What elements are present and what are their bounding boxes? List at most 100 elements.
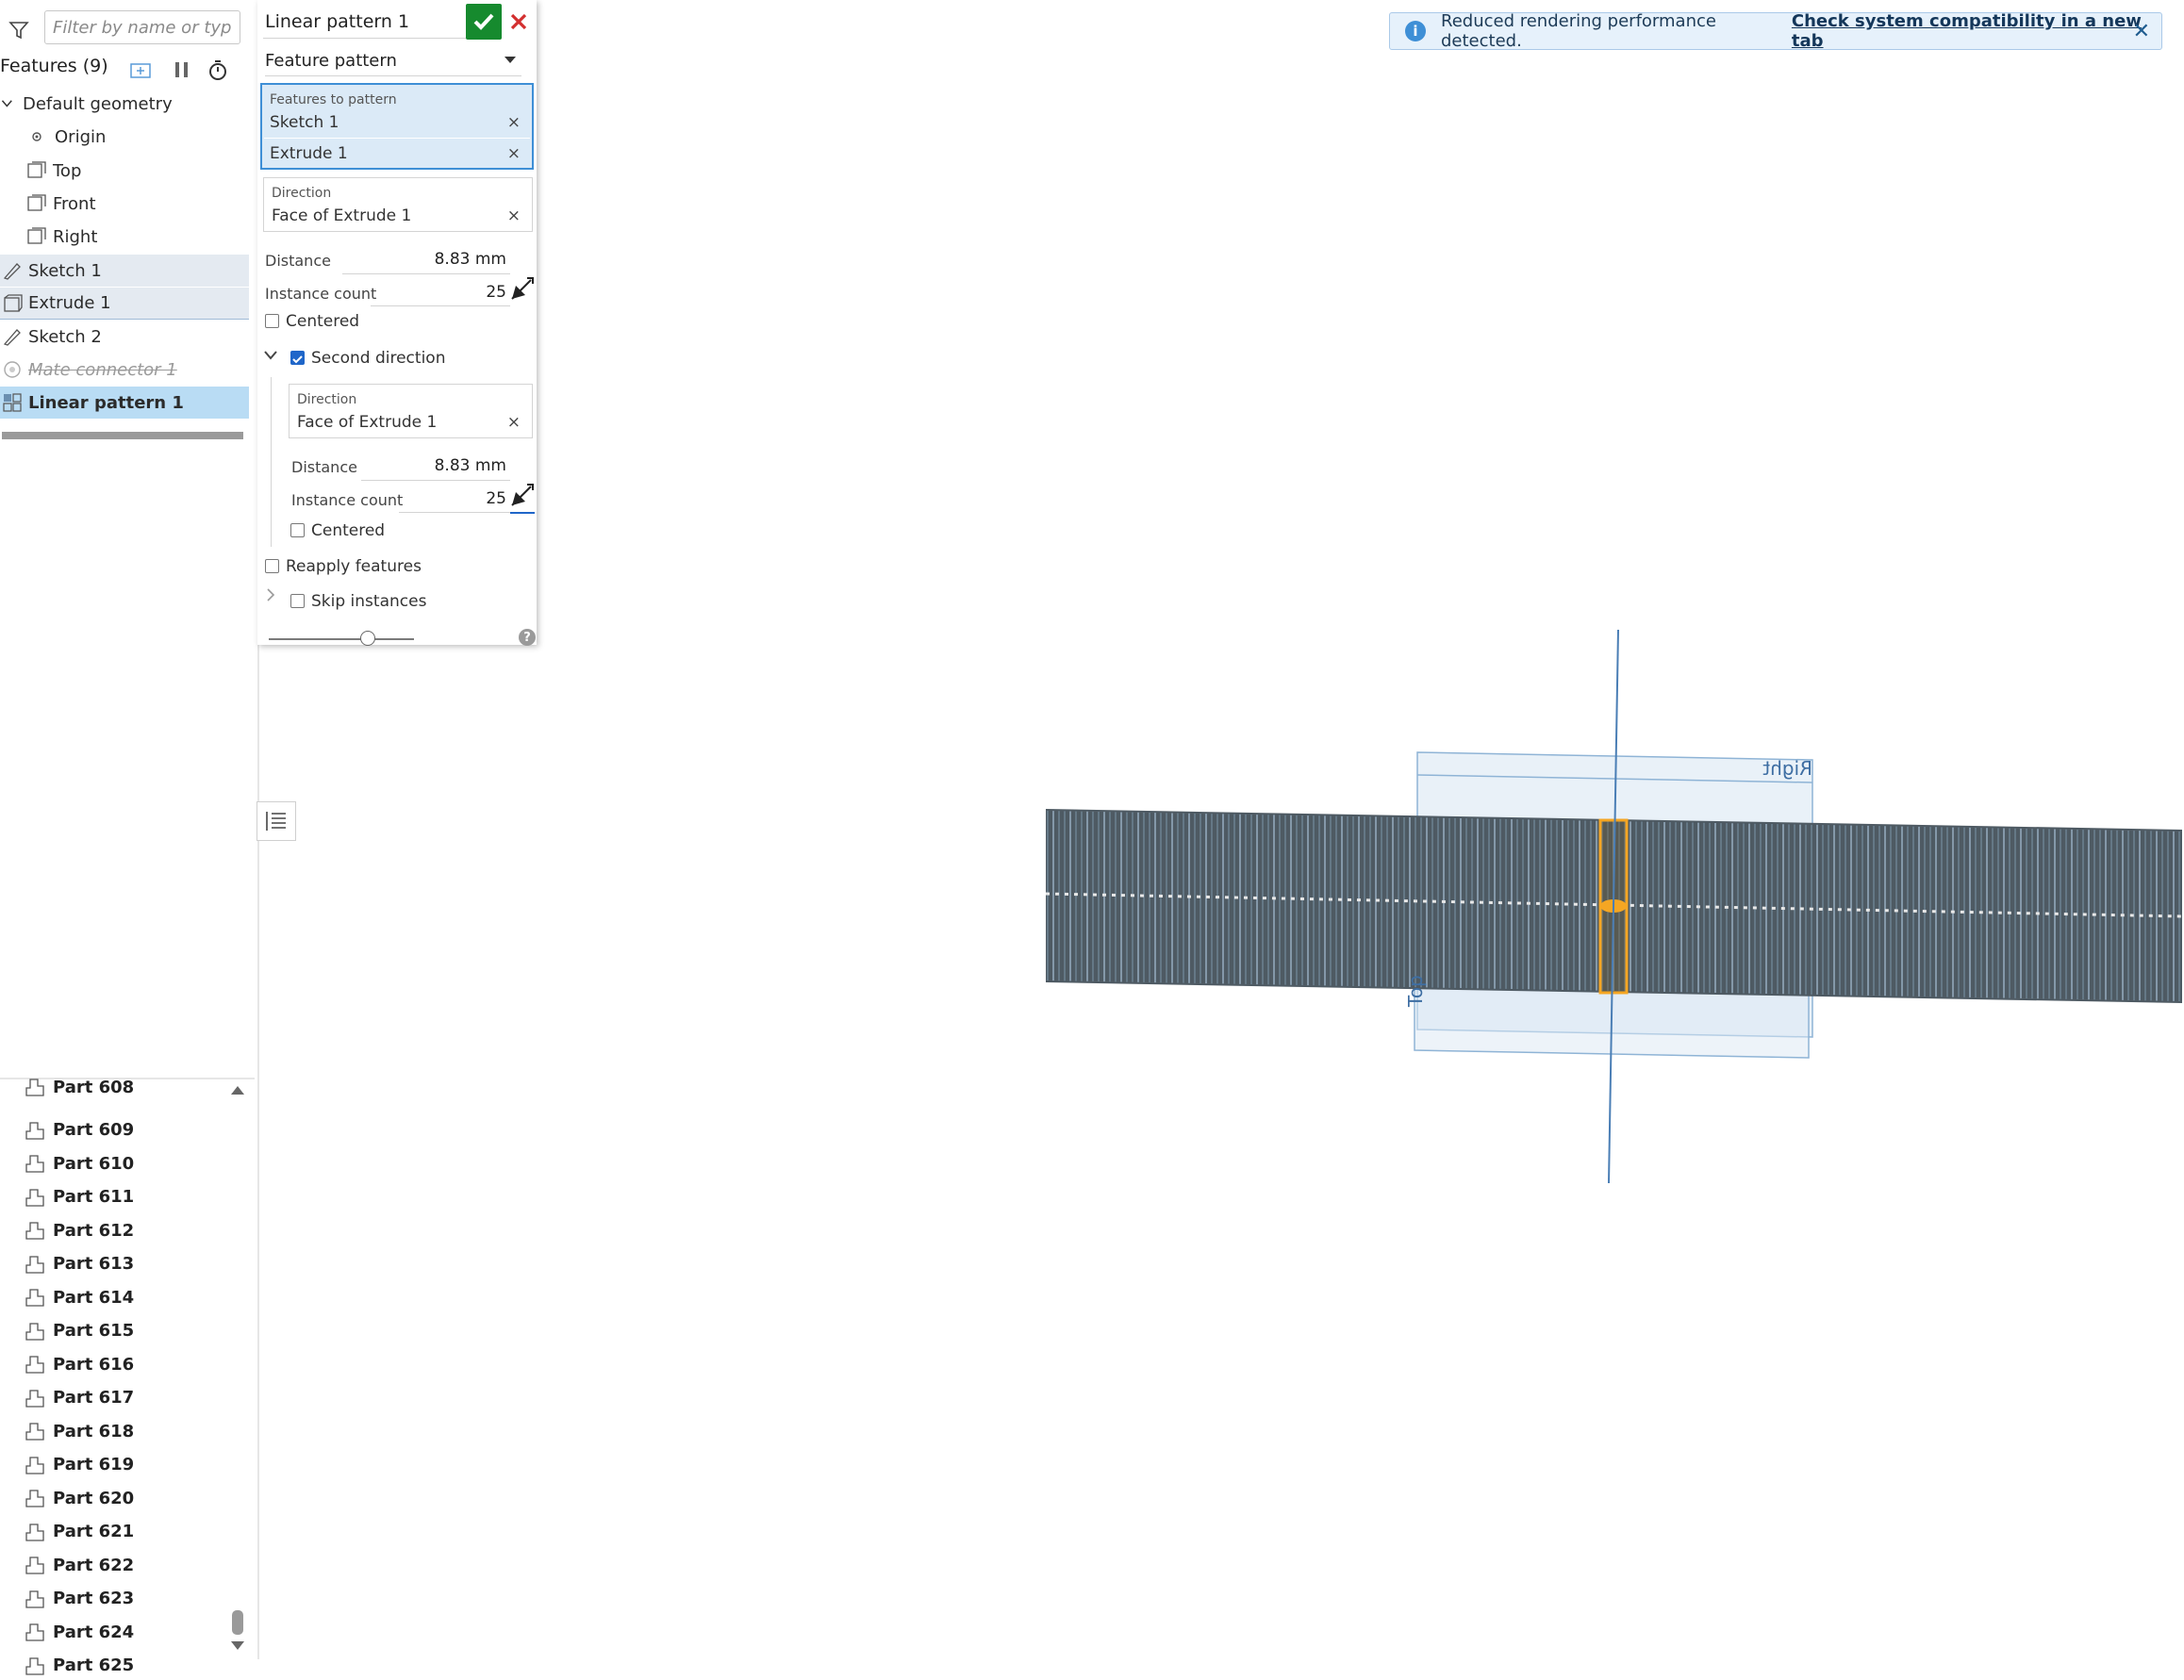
chevron-down-icon[interactable]	[263, 349, 278, 362]
part-list-item[interactable]: Part 620	[25, 1484, 134, 1512]
second-centered-label: Centered	[311, 521, 386, 540]
second-direction-checkbox[interactable]	[290, 351, 305, 365]
pause-icon[interactable]	[170, 58, 194, 81]
part-icon	[25, 1079, 44, 1096]
chevron-right-icon[interactable]	[265, 587, 276, 602]
tree-label: Front	[53, 193, 96, 214]
part-label: Part 620	[53, 1488, 135, 1508]
compatibility-link[interactable]: Check system compatibility in a new tab	[1792, 11, 2161, 51]
remove-icon[interactable]: ×	[507, 144, 521, 163]
part-list-item[interactable]: Part 624	[25, 1618, 134, 1646]
part-label: Part 616	[53, 1354, 135, 1375]
linear-pattern-icon	[3, 393, 22, 412]
part-list-item[interactable]: Part 608	[25, 1073, 134, 1101]
part-icon	[25, 1155, 44, 1173]
filter-input[interactable]	[44, 10, 240, 44]
part-list-item[interactable]: Part 617	[25, 1384, 134, 1412]
tree-item-top[interactable]: Top	[0, 155, 249, 187]
tree-item-linear-pattern-1[interactable]: Linear pattern 1	[0, 387, 249, 419]
right-plane-label: Right	[1762, 757, 1812, 780]
remove-icon[interactable]: ×	[507, 113, 521, 132]
preview-slider-thumb[interactable]	[360, 631, 375, 646]
add-folder-icon[interactable]	[128, 58, 153, 81]
second-instance-count-input[interactable]: 25	[446, 489, 506, 508]
part-icon	[25, 1389, 44, 1408]
part-list-item[interactable]: Part 616	[25, 1350, 134, 1378]
second-centered-checkbox[interactable]	[290, 523, 305, 537]
chevron-down-icon[interactable]	[0, 93, 17, 114]
part-list-item[interactable]: Part 618	[25, 1417, 134, 1445]
centered-checkbox[interactable]	[265, 314, 279, 328]
part-label: Part 621	[53, 1522, 135, 1541]
part-label: Part 618	[53, 1421, 135, 1441]
list-toggle-button[interactable]	[256, 801, 296, 841]
part-label: Part 610	[53, 1153, 135, 1174]
part-list-item[interactable]: Part 615	[25, 1317, 134, 1345]
part-list-item[interactable]: Part 610	[25, 1149, 134, 1178]
distance-input[interactable]: 8.83 mm	[408, 250, 506, 269]
plane-icon	[27, 161, 46, 178]
part-icon	[25, 1589, 44, 1608]
second-distance-input[interactable]: 8.83 mm	[408, 456, 506, 475]
filter-icon[interactable]	[8, 19, 30, 41]
check-icon	[292, 355, 303, 364]
accept-button[interactable]	[466, 4, 502, 40]
tree-item-front[interactable]: Front	[0, 188, 249, 220]
3d-viewport[interactable]: Right Top	[1028, 622, 2184, 1188]
selected-feature[interactable]: Sketch 1	[270, 113, 339, 132]
part-list-item[interactable]: Part 619	[25, 1451, 134, 1479]
parts-scrollbar-thumb[interactable]	[232, 1610, 243, 1635]
tree-item-sketch-2[interactable]: Sketch 2	[0, 321, 249, 353]
remove-icon[interactable]: ×	[507, 206, 521, 225]
pattern-type-select[interactable]: Feature pattern	[265, 45, 521, 76]
part-list-item[interactable]: Part 623	[25, 1585, 134, 1613]
part-list-item[interactable]: Part 622	[25, 1551, 134, 1579]
tree-item-mate-connector-1[interactable]: Mate connector 1	[0, 354, 249, 386]
tree-label: Sketch 1	[28, 260, 102, 281]
features-to-pattern-field[interactable]: Features to pattern Sketch 1 × Extrude 1…	[260, 83, 534, 170]
centered-label: Centered	[286, 312, 360, 331]
tree-item-right[interactable]: Right	[0, 221, 249, 253]
flip-direction-icon[interactable]	[508, 481, 537, 509]
tree-item-extrude-1[interactable]: Extrude 1	[0, 288, 249, 320]
help-icon[interactable]: ?	[519, 629, 536, 646]
part-icon	[25, 1188, 44, 1207]
direction-field[interactable]: Direction Face of Extrude 1 ×	[263, 177, 533, 232]
tree-group-default-geometry[interactable]: Default geometry	[0, 88, 249, 120]
reapply-features-checkbox[interactable]	[265, 559, 279, 573]
preview-slider-track[interactable]	[269, 638, 414, 640]
tree-item-origin[interactable]: Origin	[0, 121, 249, 153]
part-list-item[interactable]: Part 621	[25, 1518, 134, 1546]
mate-connector-icon	[4, 361, 21, 378]
banner-close-icon[interactable]: ✕	[2133, 20, 2150, 43]
cancel-button[interactable]	[505, 4, 533, 40]
flip-direction-icon[interactable]	[508, 274, 537, 303]
stopwatch-icon[interactable]	[206, 58, 230, 81]
sketch-icon	[3, 263, 21, 280]
part-list-item[interactable]: Part 625	[25, 1652, 134, 1680]
part-icon	[25, 1623, 44, 1641]
selected-feature[interactable]: Extrude 1	[270, 144, 348, 163]
scroll-down-icon[interactable]	[230, 1640, 245, 1652]
part-label: Part 612	[53, 1220, 135, 1241]
title-underline	[263, 38, 469, 39]
skip-instances-label: Skip instances	[311, 592, 427, 611]
part-list-item[interactable]: Part 614	[25, 1283, 134, 1311]
instance-count-input[interactable]: 25	[446, 283, 506, 302]
sketch-icon	[3, 329, 21, 346]
part-list-item[interactable]: Part 613	[25, 1250, 134, 1278]
tree-label: Default geometry	[23, 93, 173, 114]
part-list-item[interactable]: Part 611	[25, 1183, 134, 1211]
part-list-item[interactable]: Part 609	[25, 1116, 134, 1145]
remove-icon[interactable]: ×	[507, 413, 521, 432]
direction-value: Face of Extrude 1	[297, 413, 438, 432]
skip-instances-checkbox[interactable]	[290, 594, 305, 608]
info-icon: i	[1405, 21, 1426, 41]
scroll-up-icon[interactable]	[230, 1084, 245, 1095]
rollback-bar[interactable]	[2, 432, 243, 439]
tree-item-sketch-1[interactable]: Sketch 1	[0, 255, 249, 287]
part-label: Part 608	[53, 1077, 135, 1097]
second-direction-field[interactable]: Direction Face of Extrude 1 ×	[289, 384, 533, 438]
underline	[361, 480, 510, 481]
part-list-item[interactable]: Part 612	[25, 1216, 134, 1244]
